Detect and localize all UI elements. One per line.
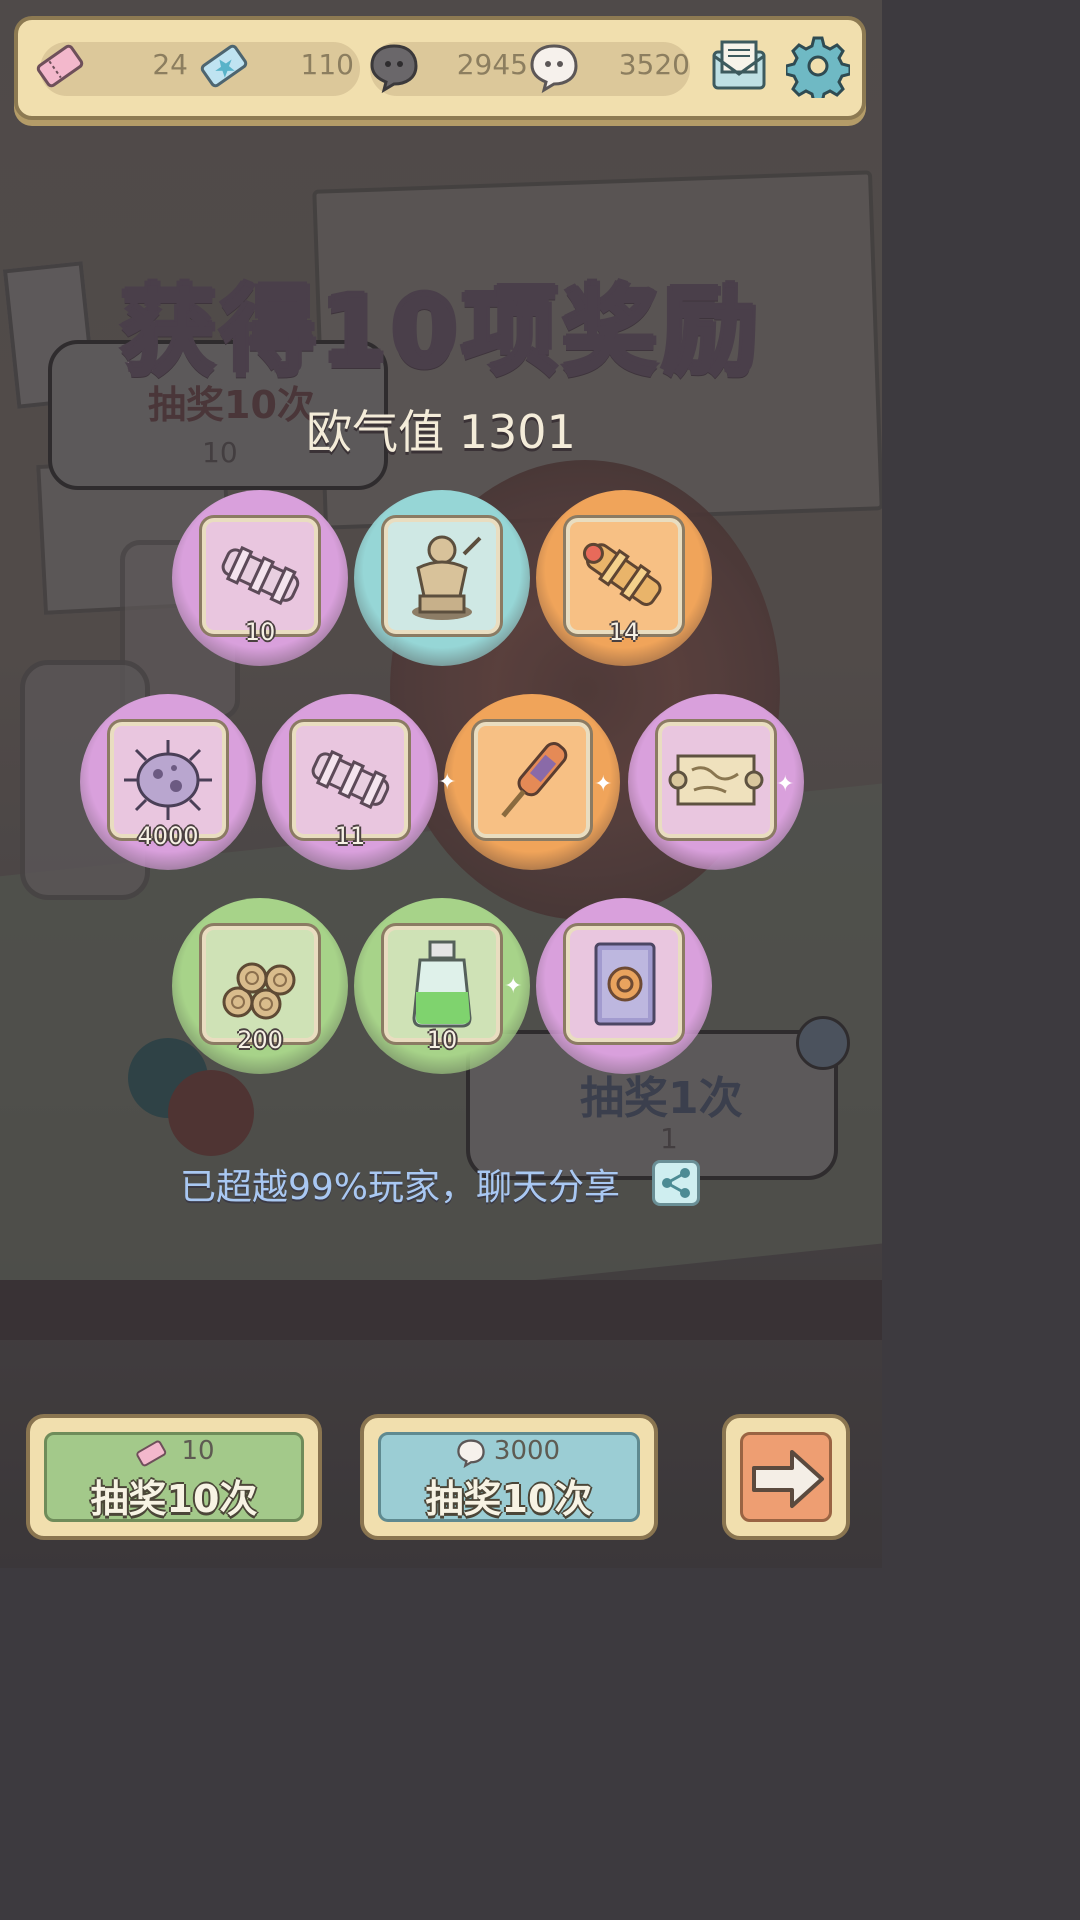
ticket-draw-label: 抽奖10次 (90, 1477, 258, 1521)
next-button[interactable] (722, 1414, 850, 1540)
sparkle-icon: ✦ (776, 772, 795, 797)
microbe-icon (124, 740, 212, 820)
light-coin-count: 3520 (618, 48, 690, 81)
sparkle-icon: ✦ (438, 770, 457, 795)
share-text[interactable]: 已超越99%玩家，聊天分享 (180, 1158, 620, 1210)
reward-tile[interactable] (536, 898, 712, 1074)
coin-draw-cost: 3000 (493, 1436, 561, 1466)
coin-draw-label: 抽奖10次 (425, 1477, 593, 1521)
reward-count: 10 (244, 618, 276, 646)
sparkle-icon: ✦ (504, 974, 523, 999)
reward-tile[interactable]: 200 (172, 898, 348, 1074)
reward-tile[interactable]: 11 (262, 694, 438, 870)
reward-count: 14 (608, 618, 640, 646)
share-icon[interactable] (652, 1160, 700, 1206)
luck-value: 欧气值 1301 (306, 405, 576, 459)
pink-telescope-icon (221, 545, 300, 606)
reward-tile[interactable]: ✦ ✦ (438, 694, 620, 870)
reward-count: 11 (334, 822, 366, 850)
sparkle-icon: ✦ (594, 772, 613, 797)
reward-tile[interactable]: 14 (536, 490, 712, 666)
dark-coin-count: 2945 (456, 48, 528, 81)
mail-icon[interactable] (708, 34, 770, 96)
statue-icon (412, 535, 482, 620)
ticket-draw-cost: 10 (181, 1436, 215, 1466)
reward-count: 200 (237, 1026, 283, 1054)
pink-telescope-icon (311, 749, 390, 810)
star-ticket-count: 110 (300, 48, 354, 81)
ancient-map-icon (668, 754, 764, 806)
magic-book-icon (594, 942, 656, 1026)
reward-count: 10 (426, 1026, 458, 1054)
coin-draw-button[interactable]: 3000 抽奖10次 (360, 1414, 658, 1540)
wood-logs-icon (222, 962, 296, 1020)
pink-ticket-icon (36, 44, 84, 88)
reward-title: 获得10项奖励 (0, 252, 882, 391)
reward-tile[interactable]: 10 (172, 490, 348, 666)
ticket-draw-button[interactable]: 10 抽奖10次 (26, 1414, 322, 1540)
star-ticket-icon (200, 44, 248, 88)
arrow-right-icon (752, 1450, 824, 1508)
reward-tile[interactable]: 4000 (80, 694, 256, 870)
firework-stick-icon (501, 742, 568, 818)
dark-speech-coin-icon (370, 44, 418, 94)
green-potion-icon (412, 940, 472, 1028)
resource-bar: 24 110 2945 3520 (14, 16, 866, 120)
orange-telescope-icon (582, 542, 662, 606)
light-speech-coin-icon (530, 44, 578, 94)
reward-tile[interactable]: 10 ✦ (354, 898, 530, 1074)
reward-tile[interactable]: ✦ (628, 694, 804, 870)
reward-tile[interactable] (354, 490, 530, 666)
reward-count: 4000 (137, 822, 199, 850)
pink-ticket-count: 24 (152, 48, 188, 81)
gear-icon[interactable] (786, 34, 850, 98)
